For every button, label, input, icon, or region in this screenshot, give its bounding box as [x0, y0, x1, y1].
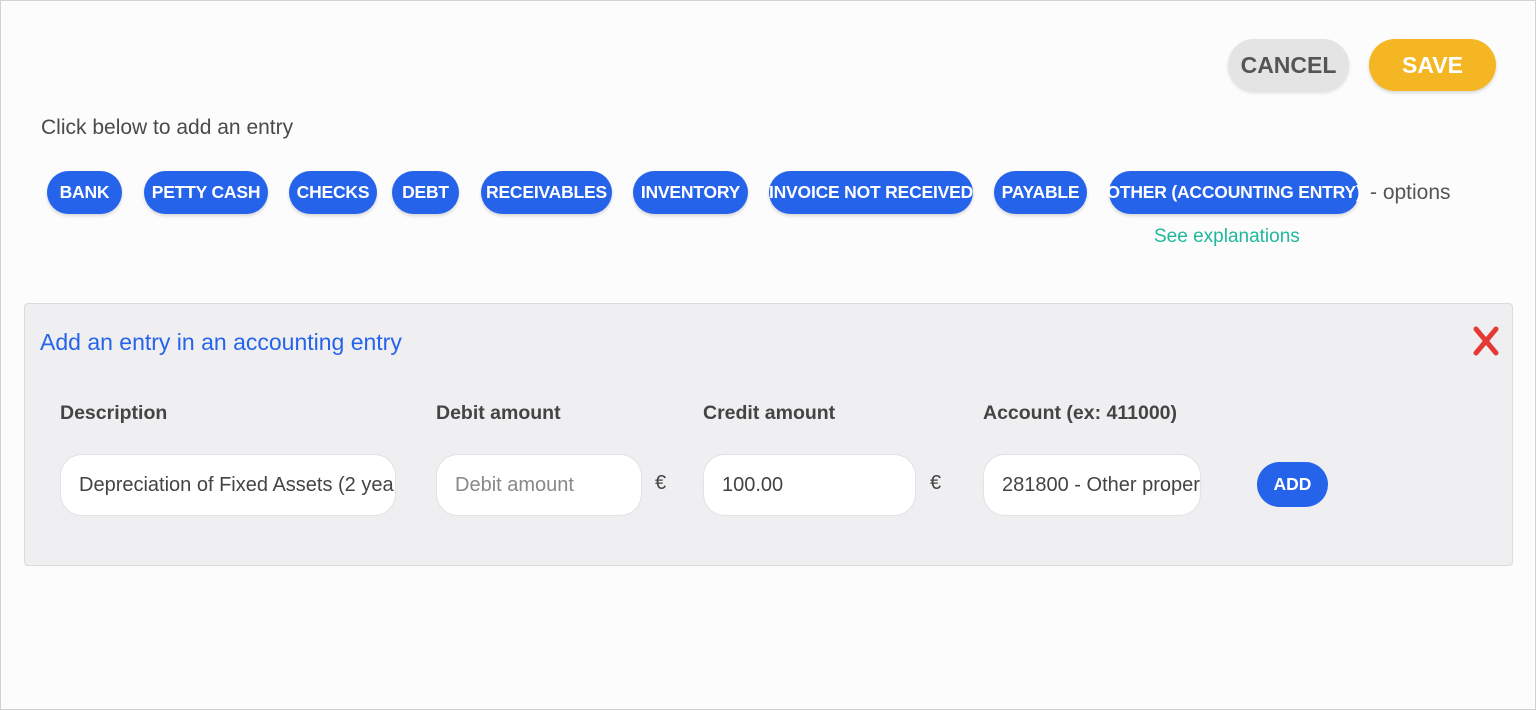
add-button[interactable]: ADD [1257, 462, 1328, 507]
close-x-glyph [1473, 326, 1499, 356]
credit-currency: € [930, 472, 942, 494]
description-label: Description [60, 402, 168, 424]
description-input[interactable]: Depreciation of Fixed Assets (2 years) [60, 454, 396, 516]
entry-type-chips: BANK PETTY CASH CHECKS DEBT RECEIVABLES … [1, 171, 1536, 214]
close-icon[interactable] [1473, 326, 1499, 356]
chip-petty-cash[interactable]: PETTY CASH [144, 171, 268, 214]
options-text: - options [1370, 181, 1451, 204]
chip-other-accounting-entry[interactable]: OTHER (ACCOUNTING ENTRY) [1106, 171, 1362, 214]
app-frame: CANCEL SAVE Click below to add an entry … [0, 0, 1536, 710]
credit-amount-input[interactable]: 100.00 [703, 454, 916, 516]
add-entry-hint: Click below to add an entry [41, 116, 294, 139]
chip-checks[interactable]: CHECKS [289, 171, 377, 214]
debit-amount-input[interactable]: Debit amount [436, 454, 642, 516]
chip-payable[interactable]: PAYABLE [994, 171, 1087, 214]
chip-invoice-not-received[interactable]: INVOICE NOT RECEIVED [769, 171, 973, 214]
save-button[interactable]: SAVE [1369, 39, 1496, 91]
chip-bank[interactable]: BANK [47, 171, 122, 214]
credit-label: Credit amount [703, 402, 836, 424]
cancel-button[interactable]: CANCEL [1228, 39, 1349, 91]
account-input[interactable]: 281800 - Other property [983, 454, 1201, 516]
account-label: Account (ex: 411000) [983, 402, 1178, 424]
debit-label: Debit amount [436, 402, 561, 424]
panel-title: Add an entry in an accounting entry [40, 329, 402, 355]
chip-debt[interactable]: DEBT [392, 171, 459, 214]
see-explanations-link[interactable]: See explanations [1154, 226, 1300, 248]
chip-receivables[interactable]: RECEIVABLES [481, 171, 612, 214]
chip-inventory[interactable]: INVENTORY [633, 171, 748, 214]
accounting-entry-panel: Add an entry in an accounting entry Desc… [24, 303, 1513, 566]
debit-currency: € [655, 472, 667, 494]
